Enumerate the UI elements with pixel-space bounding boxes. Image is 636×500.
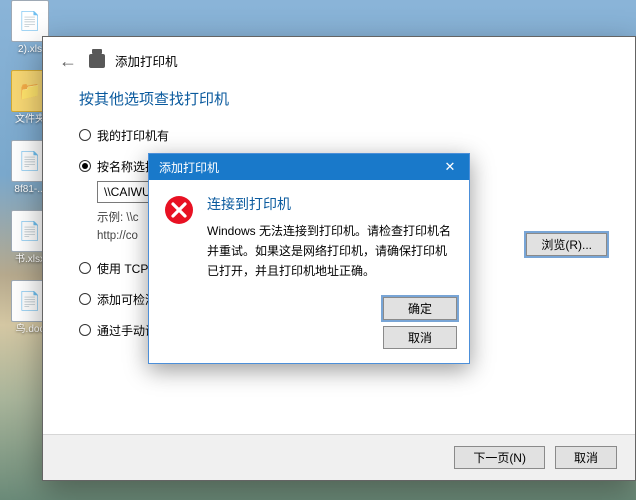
error-title-text: 添加打印机 — [159, 159, 219, 176]
section-title: 按其他选项查找打印机 — [79, 88, 599, 109]
error-cancel-button[interactable]: 取消 — [383, 326, 457, 349]
error-titlebar: 添加打印机 ✕ — [149, 154, 469, 180]
option-older-printer[interactable]: 我的打印机有 — [79, 127, 599, 144]
cancel-button[interactable]: 取消 — [555, 446, 617, 469]
error-dialog: 添加打印机 ✕ 连接到打印机 Windows 无法连接到打印机。请检查打印机名并… — [148, 153, 470, 364]
back-arrow-icon[interactable]: ← — [57, 52, 79, 70]
option-label: 我的打印机有 — [97, 127, 169, 144]
ok-button[interactable]: 确定 — [383, 297, 457, 320]
radio-icon — [79, 324, 91, 336]
printer-icon — [89, 54, 105, 68]
radio-icon — [79, 262, 91, 274]
desktop-label: 2).xls — [18, 44, 42, 56]
close-button[interactable]: ✕ — [431, 154, 469, 180]
wizard-footer: 下一页(N) 取消 — [43, 434, 635, 480]
error-message: Windows 无法连接到打印机。请检查打印机名并重试。如果这是网络打印机，请确… — [207, 222, 453, 281]
next-button[interactable]: 下一页(N) — [454, 446, 545, 469]
error-icon — [163, 194, 195, 281]
radio-icon — [79, 160, 91, 172]
error-text: 连接到打印机 Windows 无法连接到打印机。请检查打印机名并重试。如果这是网… — [207, 194, 453, 281]
wizard-title: 添加打印机 — [115, 51, 178, 70]
desktop-label: 书.xlsx — [15, 254, 45, 266]
desktop-label: 8f81-... — [14, 184, 45, 196]
error-body: 连接到打印机 Windows 无法连接到打印机。请检查打印机名并重试。如果这是网… — [149, 180, 469, 291]
desktop-label: 文件夹 — [15, 114, 45, 126]
browse-button[interactable]: 浏览(R)... — [526, 233, 607, 256]
desktop-label: 鸟.doc — [16, 324, 45, 336]
wizard-header: ← 添加打印机 — [43, 37, 635, 80]
radio-icon — [79, 293, 91, 305]
error-footer: 确定 取消 — [149, 291, 469, 363]
radio-icon — [79, 129, 91, 141]
error-heading: 连接到打印机 — [207, 194, 453, 214]
